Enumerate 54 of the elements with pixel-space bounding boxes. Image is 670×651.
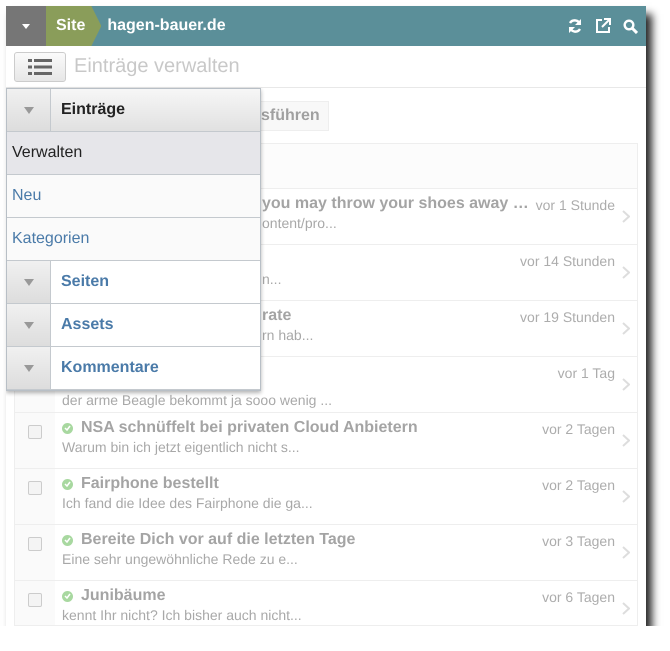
caret-down-icon[interactable] [24,106,34,114]
entry-title: Bereite Dich vor auf die letzten Tage [81,531,356,549]
chevron-right-icon [622,546,630,559]
checkbox[interactable] [28,593,42,607]
entry-title: you may throw your shoes away … [262,195,529,213]
domain-breadcrumb[interactable]: hagen-bauer.de [107,17,226,35]
chevron-right-icon [622,266,630,279]
entry-time: vor 1 Stunde [536,196,615,215]
chevron-right-icon [622,602,630,615]
entry-row[interactable]: NSA schnüffelt bei privaten Cloud Anbietern Warum bin ich jetzt eigentlich nicht s... vor 2 Tagen [15,413,637,469]
checkbox[interactable] [28,481,42,495]
entry-time: vor 6 Tagen [542,588,615,607]
list-toggle-button[interactable] [14,52,66,82]
refresh-icon[interactable] [567,18,583,34]
entry-excerpt: Eine sehr ungewöhnliche Rede zu e... [62,551,299,568]
entry-row[interactable]: Bereite Dich vor auf die letzten Tage Eine sehr ungewöhnliche Rede zu e... vor 3 Tagen [15,525,637,581]
external-link-icon[interactable] [595,18,611,34]
chevron-right-icon [622,322,630,335]
entry-time: vor 1 Tag [558,364,615,383]
execute-button[interactable]: sführen [260,100,329,130]
checkbox[interactable] [28,425,42,439]
chevron-right-icon [622,490,630,503]
chevron-right-icon [622,210,630,223]
entry-excerpt: Ich fand die Idee des Fairphone die ga... [62,495,314,512]
entry-time: vor 3 Tagen [542,532,615,551]
entry-excerpt: n... [262,271,282,288]
caret-down-icon [22,24,30,28]
entry-time: vor 2 Tagen [542,420,615,439]
caret-down-icon[interactable] [24,322,34,328]
entry-excerpt: rn hab... [262,327,314,344]
caret-down-icon[interactable] [24,278,34,286]
entry-title: Fairphone bestellt [81,475,219,493]
entry-row[interactable]: Junibäume kennt Ihr nicht? Ich bisher auch nicht... vor 6 Tagen [15,581,637,625]
entry-title: Junibäume [81,587,166,605]
entry-excerpt: der arme Beagle bekommt ja sooo wenig ... [62,392,334,409]
entry-row[interactable]: Fairphone bestellt Ich fand die Idee des Fairphone die ga... vor 2 Tagen [15,469,637,525]
caret-down-icon[interactable] [24,364,34,372]
menu-item[interactable]: Verwalten [7,132,260,175]
entry-excerpt: kennt Ihr nicht? Ich bisher auch nicht... [62,607,303,624]
list-icon [28,58,52,74]
entry-excerpt: Warum bin ich jetzt eigentlich nicht s... [62,439,301,456]
entry-title: rate [262,307,292,325]
entry-time: vor 2 Tagen [542,476,615,495]
chevron-right-icon [622,434,630,447]
entry-title: NSA schnüffelt bei privaten Cloud Anbietern [81,419,418,437]
entry-time: vor 19 Stunden [520,308,615,327]
menu-item[interactable]: Kategorien [7,218,260,261]
checkbox[interactable] [28,537,42,551]
menu-item[interactable]: Neu [7,175,260,218]
entry-excerpt: ontent/pro... [262,215,338,232]
entry-time: vor 14 Stunden [520,252,615,271]
search-icon[interactable] [623,18,638,34]
site-breadcrumb[interactable]: Site [46,6,102,46]
chevron-right-icon [622,378,630,391]
